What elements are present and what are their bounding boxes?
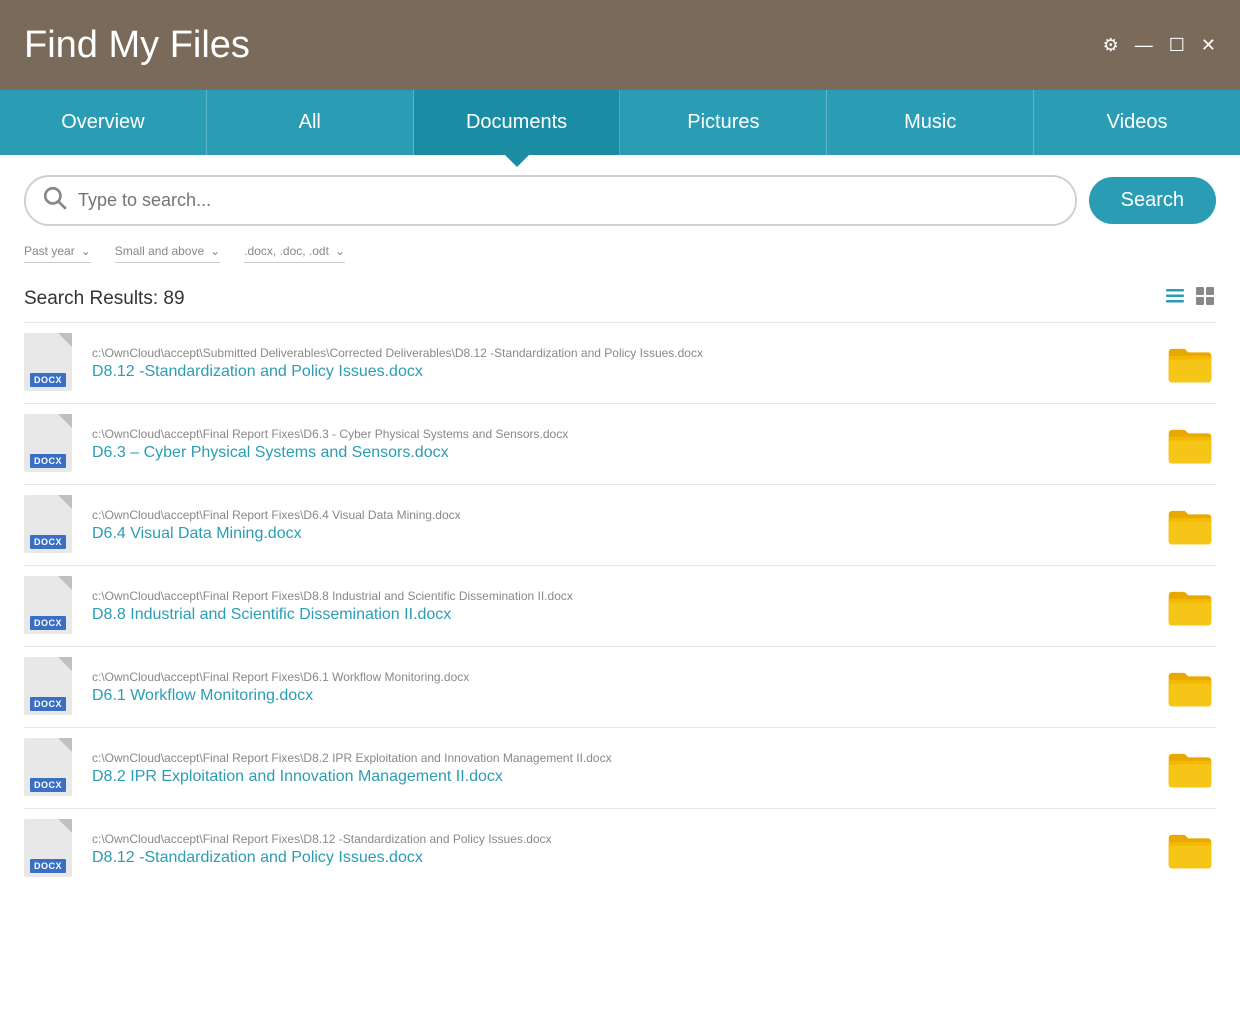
search-row: Search (24, 175, 1216, 226)
file-info: c:\OwnCloud\accept\Final Report Fixes\D8… (92, 589, 1148, 624)
file-icon: DOCX (24, 738, 76, 798)
file-type-badge: DOCX (30, 859, 66, 873)
folder-icon-wrap[interactable] (1164, 667, 1216, 707)
search-button[interactable]: Search (1089, 177, 1216, 224)
file-path: c:\OwnCloud\accept\Final Report Fixes\D8… (92, 832, 1148, 846)
search-icon (42, 185, 68, 216)
size-filter-dropdown[interactable]: Small and above ⌄ (115, 244, 220, 263)
file-type-badge: DOCX (30, 535, 66, 549)
list-view-toggle[interactable] (1164, 285, 1186, 312)
folder-icon-wrap[interactable] (1164, 424, 1216, 464)
file-path: c:\OwnCloud\accept\Final Report Fixes\D8… (92, 589, 1148, 603)
folder-icon (1167, 505, 1213, 545)
file-name[interactable]: D8.8 Industrial and Scientific Dissemina… (92, 606, 1148, 624)
folder-icon (1167, 829, 1213, 869)
main-content: Search Past year ⌄ Small and above ⌄ .do… (0, 155, 1240, 1017)
date-filter-label: Past year (24, 244, 75, 258)
file-info: c:\OwnCloud\accept\Final Report Fixes\D6… (92, 427, 1148, 462)
file-list-item: DOCX c:\OwnCloud\accept\Final Report Fix… (24, 484, 1216, 565)
file-name[interactable]: D8.2 IPR Exploitation and Innovation Man… (92, 768, 1148, 786)
file-name[interactable]: D6.4 Visual Data Mining.docx (92, 525, 1148, 543)
file-path: c:\OwnCloud\accept\Submitted Deliverable… (92, 346, 1148, 360)
folder-icon (1167, 667, 1213, 707)
date-filter-chevron: ⌄ (81, 244, 91, 258)
folder-icon (1167, 343, 1213, 383)
file-name[interactable]: D6.3 – Cyber Physical Systems and Sensor… (92, 444, 1148, 462)
date-filter-dropdown[interactable]: Past year ⌄ (24, 244, 91, 263)
file-list-item: DOCX c:\OwnCloud\accept\Submitted Delive… (24, 322, 1216, 403)
tab-pictures[interactable]: Pictures (620, 90, 827, 155)
folder-icon-wrap[interactable] (1164, 505, 1216, 545)
file-icon: DOCX (24, 819, 76, 879)
view-toggles (1164, 285, 1216, 312)
maximize-icon[interactable]: ☐ (1169, 35, 1185, 56)
file-list-item: DOCX c:\OwnCloud\accept\Final Report Fix… (24, 808, 1216, 889)
nav-tabs: Overview All Documents Pictures Music Vi… (0, 90, 1240, 155)
file-type-badge: DOCX (30, 778, 66, 792)
file-type-badge: DOCX (30, 373, 66, 387)
folder-icon-wrap[interactable] (1164, 748, 1216, 788)
tab-documents[interactable]: Documents (414, 90, 621, 155)
file-info: c:\OwnCloud\accept\Final Report Fixes\D6… (92, 508, 1148, 543)
type-filter-dropdown[interactable]: .docx, .doc, .odt ⌄ (244, 244, 345, 263)
search-input[interactable] (78, 190, 1059, 211)
file-list-item: DOCX c:\OwnCloud\accept\Final Report Fix… (24, 727, 1216, 808)
close-icon[interactable]: ✕ (1201, 35, 1216, 56)
minimize-icon[interactable]: — (1135, 35, 1153, 56)
tab-music[interactable]: Music (827, 90, 1034, 155)
grid-view-toggle[interactable] (1194, 285, 1216, 312)
tab-videos[interactable]: Videos (1034, 90, 1240, 155)
file-name[interactable]: D8.12 -Standardization and Policy Issues… (92, 849, 1148, 867)
file-path: c:\OwnCloud\accept\Final Report Fixes\D6… (92, 427, 1148, 441)
file-info: c:\OwnCloud\accept\Final Report Fixes\D6… (92, 670, 1148, 705)
folder-icon-wrap[interactable] (1164, 586, 1216, 626)
file-name[interactable]: D8.12 -Standardization and Policy Issues… (92, 363, 1148, 381)
type-filter-chevron: ⌄ (335, 244, 345, 258)
window-controls: ⚙ — ☐ ✕ (1103, 35, 1216, 56)
file-icon: DOCX (24, 414, 76, 474)
file-info: c:\OwnCloud\accept\Final Report Fixes\D8… (92, 832, 1148, 867)
folder-icon-wrap[interactable] (1164, 829, 1216, 869)
file-path: c:\OwnCloud\accept\Final Report Fixes\D6… (92, 670, 1148, 684)
file-icon: DOCX (24, 495, 76, 555)
file-name[interactable]: D6.1 Workflow Monitoring.docx (92, 687, 1148, 705)
settings-icon[interactable]: ⚙ (1103, 35, 1119, 56)
results-header: Search Results: 89 (24, 285, 1216, 312)
filter-row: Past year ⌄ Small and above ⌄ .docx, .do… (24, 244, 1216, 269)
file-type-badge: DOCX (30, 616, 66, 630)
search-input-wrapper (24, 175, 1077, 226)
file-list: DOCX c:\OwnCloud\accept\Submitted Delive… (24, 322, 1216, 1004)
size-filter-label: Small and above (115, 244, 204, 258)
tab-all[interactable]: All (207, 90, 414, 155)
file-path: c:\OwnCloud\accept\Final Report Fixes\D8… (92, 751, 1148, 765)
folder-icon (1167, 424, 1213, 464)
folder-icon (1167, 586, 1213, 626)
file-path: c:\OwnCloud\accept\Final Report Fixes\D6… (92, 508, 1148, 522)
file-icon: DOCX (24, 333, 76, 393)
file-type-badge: DOCX (30, 454, 66, 468)
file-icon: DOCX (24, 657, 76, 717)
folder-icon-wrap[interactable] (1164, 343, 1216, 383)
title-bar: Find My Files ⚙ — ☐ ✕ (0, 0, 1240, 90)
file-icon: DOCX (24, 576, 76, 636)
folder-icon (1167, 748, 1213, 788)
type-filter-label: .docx, .doc, .odt (244, 244, 329, 258)
file-list-item: DOCX c:\OwnCloud\accept\Final Report Fix… (24, 565, 1216, 646)
file-info: c:\OwnCloud\accept\Submitted Deliverable… (92, 346, 1148, 381)
results-count: Search Results: 89 (24, 288, 185, 310)
file-type-badge: DOCX (30, 697, 66, 711)
size-filter-chevron: ⌄ (210, 244, 220, 258)
file-list-item: DOCX c:\OwnCloud\accept\Final Report Fix… (24, 646, 1216, 727)
file-list-item: DOCX c:\OwnCloud\accept\Final Report Fix… (24, 403, 1216, 484)
app-title: Find My Files (24, 24, 250, 67)
tab-overview[interactable]: Overview (0, 90, 207, 155)
file-info: c:\OwnCloud\accept\Final Report Fixes\D8… (92, 751, 1148, 786)
